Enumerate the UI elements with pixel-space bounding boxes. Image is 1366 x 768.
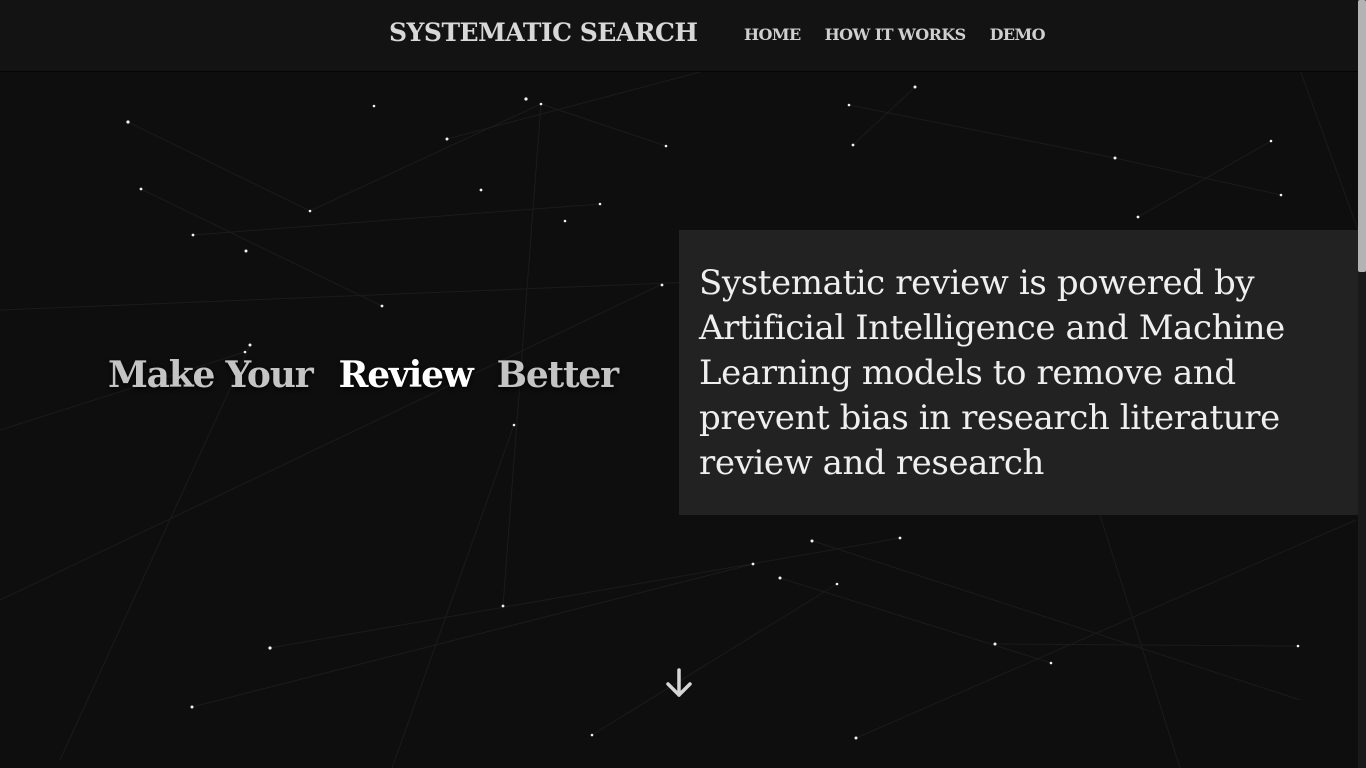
- landing-page: SYSTEMATIC SEARCH HOME HOW IT WORKS DEMO…: [0, 0, 1366, 768]
- nav-menu: HOME HOW IT WORKS DEMO: [744, 25, 1046, 44]
- nav-link-demo[interactable]: DEMO: [990, 25, 1046, 44]
- tagline-part-1: Make Your: [108, 354, 314, 396]
- page-scrollbar[interactable]: [1358, 0, 1366, 768]
- hero-description: Systematic review is powered by Artifici…: [699, 263, 1285, 483]
- arrow-down-icon: [666, 668, 692, 697]
- nav-link-how-it-works[interactable]: HOW IT WORKS: [825, 25, 967, 44]
- brand-logo-text[interactable]: SYSTEMATIC SEARCH: [389, 18, 698, 47]
- scroll-down-button[interactable]: [664, 667, 694, 699]
- nav-link-home[interactable]: HOME: [744, 25, 801, 44]
- scrollbar-thumb[interactable]: [1358, 0, 1366, 272]
- top-navbar: SYSTEMATIC SEARCH HOME HOW IT WORKS DEMO: [0, 0, 1358, 72]
- description-panel: Systematic review is powered by Artifici…: [679, 230, 1358, 515]
- tagline-highlight-word: Review: [338, 354, 473, 396]
- hero-tagline: Make Your Review Better: [108, 354, 619, 396]
- tagline-part-3: Better: [496, 354, 619, 396]
